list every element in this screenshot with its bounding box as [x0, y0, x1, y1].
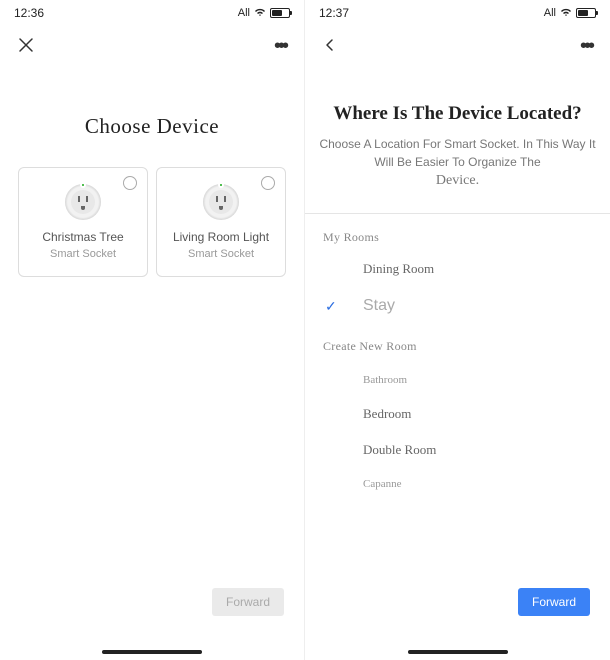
plug-icon	[65, 184, 101, 220]
screen-device-location: 12:37 All ••• Where Is The Device Locate…	[305, 0, 610, 660]
room-item-stay[interactable]: ✓ Stay	[323, 287, 592, 325]
close-icon[interactable]	[18, 37, 34, 56]
status-bar: 12:36 All	[0, 0, 304, 26]
wifi-icon	[254, 7, 266, 20]
status-time: 12:37	[319, 6, 349, 20]
status-indicators: All	[238, 7, 290, 20]
home-indicator[interactable]	[102, 650, 202, 654]
room-item-dining-room[interactable]: Dining Room	[323, 251, 592, 287]
room-item-bedroom[interactable]: Bedroom	[323, 396, 592, 432]
status-time: 12:36	[14, 6, 44, 20]
home-indicator[interactable]	[408, 650, 508, 654]
battery-icon	[576, 8, 596, 18]
more-icon[interactable]: •••	[580, 35, 592, 58]
page-subtitle: Choose A Location For Smart Socket. In T…	[305, 135, 610, 171]
nav-bar: •••	[0, 26, 304, 66]
device-card-row: Christmas Tree Smart Socket Living Room …	[0, 167, 304, 277]
room-item-double-room[interactable]: Double Room	[323, 432, 592, 468]
radio-unselected-icon[interactable]	[123, 176, 137, 190]
nav-bar: •••	[305, 26, 610, 66]
signal-label: All	[544, 7, 556, 19]
signal-label: All	[238, 7, 250, 19]
forward-button[interactable]: Forward	[518, 588, 590, 616]
status-indicators: All	[544, 7, 596, 20]
device-card-living-room-light[interactable]: Living Room Light Smart Socket	[156, 167, 286, 277]
forward-button[interactable]: Forward	[212, 588, 284, 616]
create-new-room-header: Create New Room	[323, 325, 592, 364]
room-item-capanne[interactable]: Capanne	[323, 468, 592, 500]
device-type: Smart Socket	[165, 248, 277, 260]
more-icon[interactable]: •••	[274, 35, 286, 58]
room-list: My Rooms Dining Room ✓ Stay Create New R…	[305, 214, 610, 500]
room-item-label: Stay	[363, 297, 395, 314]
page-title: Choose Device	[0, 114, 304, 139]
screen-choose-device: 12:36 All ••• Choose Device Christmas Tr…	[0, 0, 305, 660]
room-item-bathroom[interactable]: Bathroom	[323, 364, 592, 396]
device-card-christmas-tree[interactable]: Christmas Tree Smart Socket	[18, 167, 148, 277]
device-name: Living Room Light	[165, 230, 277, 244]
my-rooms-header: My Rooms	[323, 230, 592, 245]
check-icon: ✓	[325, 298, 337, 315]
radio-unselected-icon[interactable]	[261, 176, 275, 190]
page-title: Where Is The Device Located?	[305, 102, 610, 127]
device-type: Smart Socket	[27, 248, 139, 260]
battery-icon	[270, 8, 290, 18]
back-icon[interactable]	[323, 37, 337, 55]
status-bar: 12:37 All	[305, 0, 610, 26]
plug-icon	[203, 184, 239, 220]
page-subtitle-2: Device.	[305, 173, 610, 189]
wifi-icon	[560, 7, 572, 20]
device-name: Christmas Tree	[27, 230, 139, 244]
